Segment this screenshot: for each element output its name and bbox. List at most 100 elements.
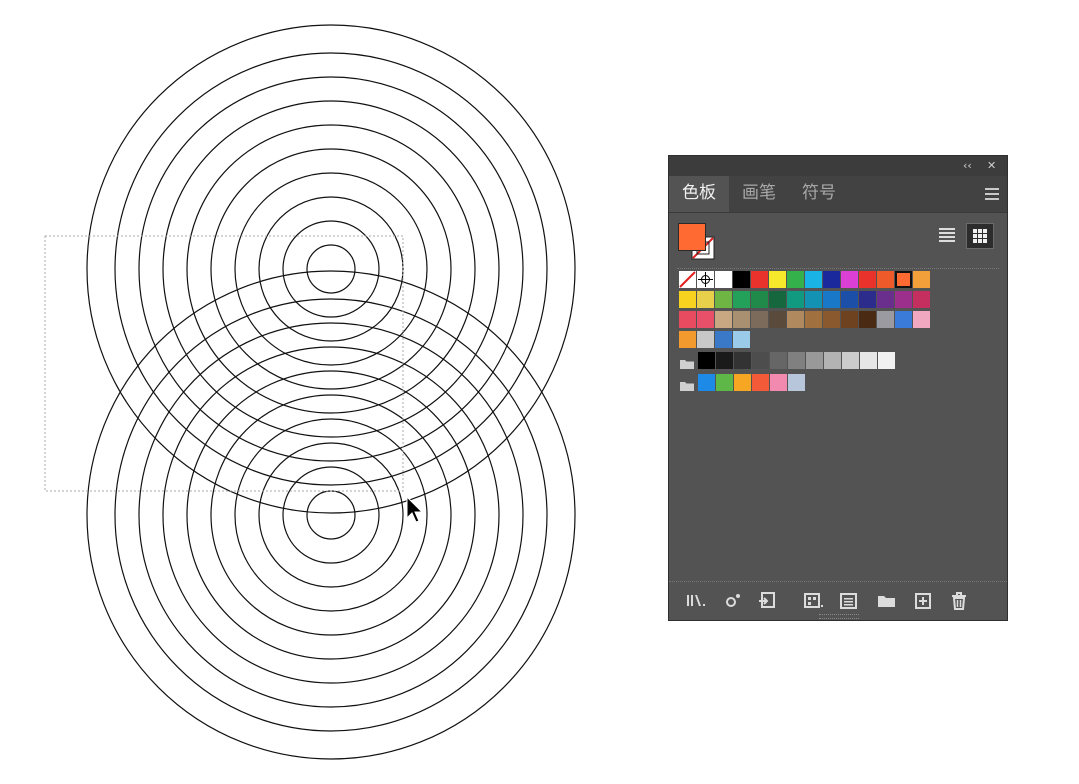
swatch[interactable] bbox=[841, 271, 858, 288]
bottom-ring-3[interactable] bbox=[258, 442, 404, 588]
swatch[interactable] bbox=[769, 311, 786, 328]
swatch[interactable] bbox=[842, 352, 859, 369]
swatch[interactable] bbox=[805, 271, 822, 288]
close-icon[interactable]: ✕ bbox=[987, 158, 996, 174]
swatch[interactable] bbox=[715, 291, 732, 308]
swatch[interactable] bbox=[751, 271, 768, 288]
swatch[interactable] bbox=[733, 311, 750, 328]
swatch[interactable] bbox=[715, 271, 732, 288]
bottom-ring-6[interactable] bbox=[186, 370, 476, 660]
top-ring-9[interactable] bbox=[114, 52, 548, 486]
swatch[interactable] bbox=[824, 352, 841, 369]
swatch[interactable] bbox=[697, 291, 714, 308]
swatch-none[interactable] bbox=[679, 271, 696, 288]
swatch[interactable] bbox=[895, 271, 912, 288]
swatch[interactable] bbox=[769, 271, 786, 288]
swatch[interactable] bbox=[895, 291, 912, 308]
swatch[interactable] bbox=[913, 271, 930, 288]
bottom-ring-9[interactable] bbox=[114, 298, 548, 732]
swatch[interactable] bbox=[859, 271, 876, 288]
bottom-ring-7[interactable] bbox=[162, 346, 500, 684]
top-ring-2[interactable] bbox=[282, 220, 380, 318]
swatch[interactable] bbox=[877, 271, 894, 288]
swatch[interactable] bbox=[752, 374, 769, 391]
top-ring-3[interactable] bbox=[258, 196, 404, 342]
swatch[interactable] bbox=[805, 311, 822, 328]
tab-swatches[interactable]: 色板 bbox=[669, 176, 729, 212]
top-ring-5[interactable] bbox=[210, 148, 452, 390]
swatch[interactable] bbox=[697, 331, 714, 348]
swatch[interactable] bbox=[751, 311, 768, 328]
swatch[interactable] bbox=[734, 352, 751, 369]
list-view-button[interactable] bbox=[933, 223, 961, 249]
fill-swatch[interactable] bbox=[678, 223, 706, 251]
bottom-ring-2[interactable] bbox=[282, 466, 380, 564]
swatch[interactable] bbox=[823, 271, 840, 288]
swatch[interactable] bbox=[788, 374, 805, 391]
swatch[interactable] bbox=[679, 331, 696, 348]
concentric-circles-bottom[interactable] bbox=[86, 270, 576, 760]
swatch[interactable] bbox=[733, 331, 750, 348]
swatch[interactable] bbox=[878, 352, 895, 369]
swatch[interactable] bbox=[913, 311, 930, 328]
swatch[interactable] bbox=[715, 311, 732, 328]
new-group-icon[interactable] bbox=[876, 591, 896, 611]
bottom-ring-4[interactable] bbox=[234, 418, 428, 612]
swatch[interactable] bbox=[733, 271, 750, 288]
swatch[interactable] bbox=[877, 311, 894, 328]
swatch[interactable] bbox=[787, 271, 804, 288]
bottom-ring-8[interactable] bbox=[138, 322, 524, 708]
top-ring-4[interactable] bbox=[234, 172, 428, 366]
panel-menu-icon[interactable] bbox=[985, 188, 999, 200]
swatch[interactable] bbox=[805, 291, 822, 308]
swatch[interactable] bbox=[679, 291, 696, 308]
bottom-ring-10[interactable] bbox=[86, 270, 576, 760]
swatch[interactable] bbox=[806, 352, 823, 369]
swatch[interactable] bbox=[769, 291, 786, 308]
swatch[interactable] bbox=[770, 374, 787, 391]
swatch[interactable] bbox=[698, 374, 715, 391]
top-ring-1[interactable] bbox=[306, 244, 356, 294]
bottom-ring-1[interactable] bbox=[306, 490, 356, 540]
thumbnail-view-button[interactable] bbox=[966, 223, 994, 249]
resize-grip[interactable] bbox=[819, 614, 859, 619]
swatch[interactable] bbox=[770, 352, 787, 369]
swatch[interactable] bbox=[788, 352, 805, 369]
swatch[interactable] bbox=[841, 291, 858, 308]
swatch[interactable] bbox=[913, 291, 930, 308]
swatch[interactable] bbox=[823, 311, 840, 328]
panel-titlebar[interactable]: ‹‹ ✕ bbox=[669, 156, 1007, 176]
swatch-options-icon[interactable] bbox=[723, 591, 743, 611]
swatch[interactable] bbox=[787, 291, 804, 308]
swatch-registration[interactable] bbox=[697, 271, 714, 288]
tab-symbols[interactable]: 符号 bbox=[789, 176, 849, 212]
artboard-canvas[interactable] bbox=[0, 0, 660, 784]
swatch-group-folder-icon[interactable] bbox=[679, 355, 695, 369]
swatch[interactable] bbox=[698, 352, 715, 369]
swatch[interactable] bbox=[859, 291, 876, 308]
swatch-options-list-icon[interactable] bbox=[839, 591, 859, 611]
swatch[interactable] bbox=[841, 311, 858, 328]
swatch[interactable] bbox=[787, 311, 804, 328]
swatch[interactable] bbox=[697, 311, 714, 328]
swatch[interactable] bbox=[751, 291, 768, 308]
library-icon[interactable] bbox=[685, 591, 705, 611]
swatch[interactable] bbox=[859, 311, 876, 328]
swatch[interactable] bbox=[716, 352, 733, 369]
top-ring-7[interactable] bbox=[162, 100, 500, 438]
tab-brushes[interactable]: 画笔 bbox=[729, 176, 789, 212]
swatch[interactable] bbox=[877, 291, 894, 308]
concentric-circles-top[interactable] bbox=[86, 24, 576, 514]
swatch[interactable] bbox=[752, 352, 769, 369]
new-swatch-icon[interactable] bbox=[913, 591, 933, 611]
swatch[interactable] bbox=[679, 311, 696, 328]
swatch[interactable] bbox=[733, 291, 750, 308]
swatch[interactable] bbox=[895, 311, 912, 328]
swatch-group-folder-icon[interactable] bbox=[679, 377, 695, 391]
swatch[interactable] bbox=[716, 374, 733, 391]
swatch-kind-icon[interactable] bbox=[803, 591, 823, 611]
swatch[interactable] bbox=[715, 331, 732, 348]
top-ring-10[interactable] bbox=[86, 24, 576, 514]
swatch[interactable] bbox=[734, 374, 751, 391]
swatch[interactable] bbox=[860, 352, 877, 369]
